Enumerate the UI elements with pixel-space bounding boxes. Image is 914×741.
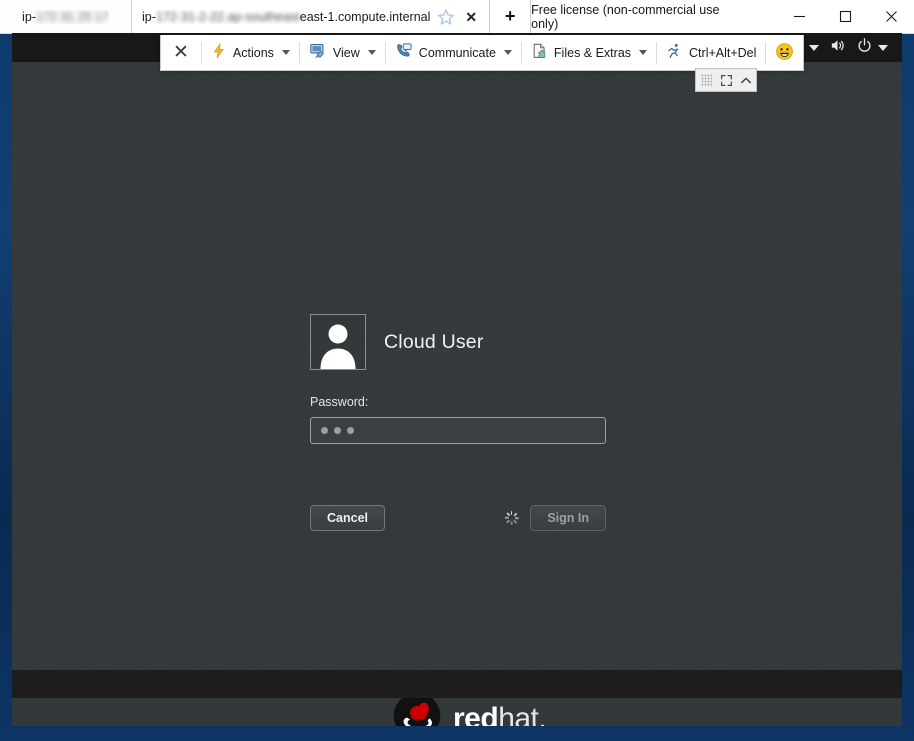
gnome-bottom-bar [12, 670, 902, 698]
star-icon[interactable] [437, 8, 455, 26]
password-dot [334, 427, 341, 434]
password-dot [347, 427, 354, 434]
toolbar-files-extras-menu[interactable]: Files & Extras [522, 35, 656, 70]
drag-grip-icon[interactable] [696, 69, 716, 91]
chevron-down-icon [809, 44, 819, 51]
phone-chat-icon [395, 42, 413, 63]
password-input[interactable] [310, 417, 606, 444]
monitor-brush-icon [309, 42, 327, 63]
new-tab-label: + [504, 6, 516, 26]
chevron-down-icon [639, 50, 648, 55]
chevron-up-icon[interactable] [736, 69, 756, 91]
volume-icon [828, 37, 847, 59]
chevron-down-icon [878, 44, 888, 51]
toolbar-item-label: Files & Extras [553, 45, 632, 60]
tab-active-2[interactable]: ip-172-31-2-22.ap-southeasteast-1.comput… [132, 0, 491, 33]
moba-toolbar: ✕ Actions View Communicate Files & Extra… [160, 35, 805, 71]
volume-indicator[interactable] [828, 37, 847, 59]
user-avatar-icon[interactable] [310, 314, 366, 370]
toolbar-item-label: Ctrl+Alt+Del [689, 45, 757, 60]
password-dot [321, 427, 328, 434]
maximize-icon[interactable] [822, 0, 868, 33]
redhat-wordmark: redhat. [453, 701, 547, 727]
tab-redacted-host: 172-31-2-22.ap-southeast [155, 9, 300, 24]
moba-float-widget [695, 68, 757, 92]
window-titlebar: ip-172 31 25 17 ip-172-31-2-22.ap-southe… [0, 0, 914, 34]
login-button-row: Cancel Sign In [310, 505, 606, 531]
tab-label: ip-172 31 25 17 [22, 9, 109, 24]
fullscreen-icon[interactable] [716, 69, 736, 91]
app-window: ip-172 31 25 17 ip-172-31-2-22.ap-southe… [0, 0, 914, 741]
close-icon[interactable] [868, 0, 914, 33]
chevron-down-icon [503, 50, 512, 55]
power-icon [856, 37, 873, 59]
signin-button[interactable]: Sign In [530, 505, 606, 531]
login-form: Cloud User Password: Cancel Sign In [310, 314, 610, 531]
username-label: Cloud User [384, 330, 484, 353]
window-controls [776, 0, 914, 33]
smiley-face-icon [775, 42, 794, 64]
toolbar-communicate-menu[interactable]: Communicate [386, 35, 521, 70]
loading-spinner-icon [504, 511, 519, 525]
toolbar-ctrl-alt-del-button[interactable]: Ctrl+Alt+Del [657, 35, 765, 70]
tab-inactive-1[interactable]: ip-172 31 25 17 [0, 0, 132, 33]
new-tab-button[interactable]: + [490, 0, 532, 33]
minimize-icon[interactable] [776, 0, 822, 33]
user-row: Cloud User [310, 314, 610, 370]
lightning-bolt-icon [211, 42, 227, 63]
cancel-button[interactable]: Cancel [310, 505, 385, 531]
password-label: Password: [310, 395, 369, 409]
toolbar-close-button[interactable]: ✕ [161, 41, 201, 64]
file-puzzle-icon [531, 42, 548, 63]
chevron-down-icon [281, 50, 290, 55]
toolbar-actions-menu[interactable]: Actions [202, 35, 299, 70]
toolbar-item-label: Communicate [418, 45, 496, 60]
wordmark-thin: hat [498, 701, 539, 727]
tab-redacted-host: 172 31 25 17 [35, 9, 109, 24]
remote-desktop-viewport[interactable]: Cloud User Password: Cancel Sign In redh… [12, 33, 902, 726]
toolbar-item-label: Actions [232, 45, 274, 60]
gdm-login-screen: Cloud User Password: Cancel Sign In redh… [12, 62, 902, 726]
chevron-down-icon [367, 50, 376, 55]
close-tab-icon[interactable]: ✕ [465, 10, 477, 24]
toolbar-smiley-button[interactable] [766, 35, 803, 70]
license-text: Free license (non-commercial use only) [531, 2, 720, 31]
wordmark-dot: . [538, 701, 547, 727]
toolbar-item-label: View [332, 45, 360, 60]
running-man-icon [666, 42, 683, 63]
toolbar-view-menu[interactable]: View [300, 35, 385, 70]
tab-label: ip-172-31-2-22.ap-southeasteast-1.comput… [142, 9, 431, 24]
wordmark-bold: red [453, 701, 499, 727]
power-menu[interactable] [856, 37, 888, 59]
